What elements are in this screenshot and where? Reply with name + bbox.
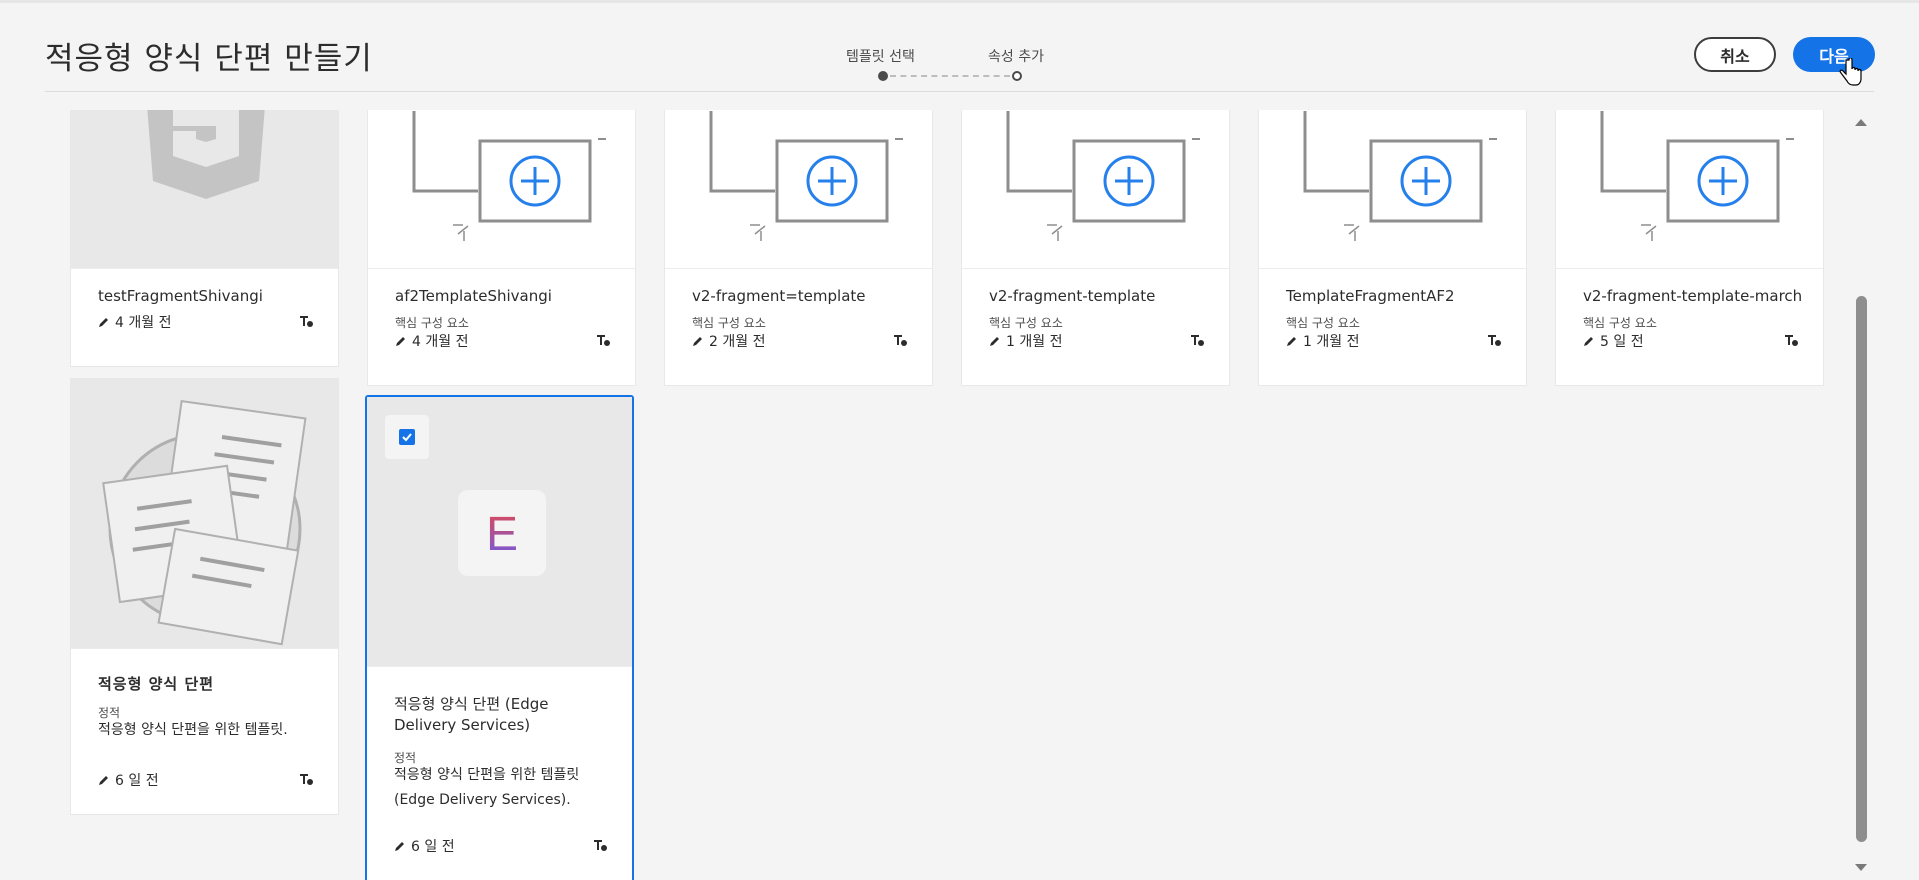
add-template-icon bbox=[709, 111, 903, 241]
checkbox-checked bbox=[399, 429, 415, 445]
scroll-up-arrow-icon[interactable] bbox=[1854, 116, 1868, 128]
card-modified-text: 5 일 전 bbox=[1600, 334, 1644, 350]
select-checkbox[interactable] bbox=[385, 415, 429, 459]
card-thumbnail bbox=[1259, 110, 1526, 269]
hand-cursor-icon bbox=[1839, 58, 1862, 86]
template-card-adaptive-form-fragment[interactable]: 적응형 양식 단편 정적 적응형 양식 단편을 위한 템플릿. 6 일 전 bbox=[70, 378, 339, 815]
card-thumbnail bbox=[1556, 110, 1823, 269]
template-card-af2templateshivangi[interactable]: af2TemplateShivangi 핵심 구성 요소 4 개월 전 bbox=[367, 110, 636, 386]
top-border bbox=[0, 0, 1919, 3]
pencil-icon bbox=[395, 842, 404, 851]
card-title: TemplateFragmentAF2 bbox=[1286, 287, 1455, 305]
card-subtitle: 핵심 구성 요소 bbox=[395, 316, 469, 330]
card-title: 적응형 양식 단편 bbox=[98, 675, 215, 693]
page-title: 적응형 양식 단편 만들기 bbox=[45, 41, 373, 77]
template-grid: testFragmentShivangi 4 개월 전 af2TemplateS… bbox=[45, 110, 1860, 880]
card-modified-text: 1 개월 전 bbox=[1006, 334, 1063, 350]
card-thumbnail: E bbox=[367, 397, 632, 667]
card-modified: 5 일 전 bbox=[1583, 331, 1644, 351]
documents-icon bbox=[102, 399, 307, 646]
step-track bbox=[890, 75, 1010, 77]
step-add-properties: 속성 추가 bbox=[988, 49, 1044, 65]
step-dot-current bbox=[878, 71, 888, 81]
cancel-button[interactable]: 취소 bbox=[1694, 37, 1776, 72]
card-title: v2-fragment=template bbox=[692, 287, 866, 305]
pencil-icon bbox=[693, 337, 702, 346]
card-modified-text: 2 개월 전 bbox=[709, 334, 766, 350]
card-description-line-1: 적응형 양식 단편을 위한 템플릿 bbox=[394, 767, 580, 783]
card-title-line-1: 적응형 양식 단편 (Edge bbox=[394, 695, 549, 713]
template-type-icon bbox=[1488, 335, 1501, 346]
template-card-testfragmentshivangi[interactable]: testFragmentShivangi 4 개월 전 bbox=[70, 110, 339, 367]
template-card-templatefragmentaf2[interactable]: TemplateFragmentAF2 핵심 구성 요소 1 개월 전 bbox=[1258, 110, 1527, 386]
edge-logo-letter: E bbox=[486, 508, 518, 561]
card-modified-text: 1 개월 전 bbox=[1303, 334, 1360, 350]
pencil-icon bbox=[99, 776, 108, 785]
card-modified-text: 4 개월 전 bbox=[115, 315, 172, 331]
header-divider bbox=[45, 91, 1874, 92]
pencil-icon bbox=[99, 318, 108, 327]
template-type-icon bbox=[300, 316, 313, 327]
card-thumbnail bbox=[71, 110, 338, 269]
step-select-template: 템플릿 선택 bbox=[846, 49, 915, 65]
edge-e-icon: E bbox=[486, 508, 518, 561]
card-modified: 4 개월 전 bbox=[98, 312, 171, 332]
pencil-icon bbox=[1287, 337, 1296, 346]
card-thumbnail bbox=[962, 110, 1229, 269]
card-thumbnail bbox=[368, 110, 635, 269]
card-modified-text: 4 개월 전 bbox=[412, 334, 469, 350]
pencil-icon bbox=[990, 337, 999, 346]
card-title-line-2: Delivery Services) bbox=[394, 716, 531, 734]
template-type-icon bbox=[597, 335, 610, 346]
template-card-v2-fragment-template[interactable]: v2-fragment-template 핵심 구성 요소 1 개월 전 bbox=[961, 110, 1230, 386]
template-card-v2-fragment-template-march[interactable]: v2-fragment-template-march 핵심 구성 요소 5 일 … bbox=[1555, 110, 1824, 386]
template-type-icon bbox=[894, 335, 907, 346]
html5-icon bbox=[147, 110, 265, 199]
card-modified-text: 6 일 전 bbox=[411, 839, 455, 855]
add-template-icon bbox=[1006, 111, 1200, 241]
template-type-icon bbox=[1785, 335, 1798, 346]
pencil-icon bbox=[1584, 337, 1593, 346]
next-button[interactable]: 다음 bbox=[1793, 37, 1875, 72]
add-template-icon bbox=[1303, 111, 1497, 241]
card-modified: 4 개월 전 bbox=[395, 331, 468, 351]
card-modified: 1 개월 전 bbox=[989, 331, 1062, 351]
card-subtitle: 핵심 구성 요소 bbox=[692, 316, 766, 330]
template-type-icon bbox=[594, 840, 607, 851]
card-title: testFragmentShivangi bbox=[98, 287, 263, 305]
template-type-icon bbox=[300, 774, 313, 785]
step-dot-next bbox=[1012, 71, 1022, 81]
card-subtitle: 핵심 구성 요소 bbox=[1583, 316, 1657, 330]
card-modified: 6 일 전 bbox=[394, 836, 455, 856]
checkmark-icon bbox=[402, 433, 412, 442]
card-description: 적응형 양식 단편을 위한 템플릿. bbox=[98, 722, 288, 738]
card-modified: 2 개월 전 bbox=[692, 331, 765, 351]
card-subtitle: 핵심 구성 요소 bbox=[989, 316, 1063, 330]
card-modified: 6 일 전 bbox=[98, 770, 159, 790]
add-template-icon bbox=[1600, 111, 1794, 241]
card-thumbnail bbox=[71, 379, 338, 649]
scrollbar-thumb[interactable] bbox=[1856, 296, 1867, 842]
card-subtitle: 핵심 구성 요소 bbox=[1286, 316, 1360, 330]
card-description-line-2: (Edge Delivery Services). bbox=[394, 792, 571, 808]
card-modified-text: 6 일 전 bbox=[115, 773, 159, 789]
card-thumbnail bbox=[665, 110, 932, 269]
template-card-adaptive-form-fragment-eds[interactable]: E 적응형 양식 단편 (Edge Delivery Services) 정적 … bbox=[365, 395, 634, 880]
pencil-icon bbox=[396, 337, 405, 346]
card-modified: 1 개월 전 bbox=[1286, 331, 1359, 351]
add-template-icon bbox=[412, 111, 606, 241]
template-card-v2-fragment-equals-template[interactable]: v2-fragment=template 핵심 구성 요소 2 개월 전 bbox=[664, 110, 933, 386]
template-type-icon bbox=[1191, 335, 1204, 346]
card-title: v2-fragment-template-march bbox=[1583, 287, 1803, 305]
edge-logo-tile: E bbox=[458, 490, 546, 576]
scroll-down-arrow-icon[interactable] bbox=[1854, 862, 1868, 874]
card-title: v2-fragment-template bbox=[989, 287, 1156, 305]
card-title: af2TemplateShivangi bbox=[395, 287, 552, 305]
